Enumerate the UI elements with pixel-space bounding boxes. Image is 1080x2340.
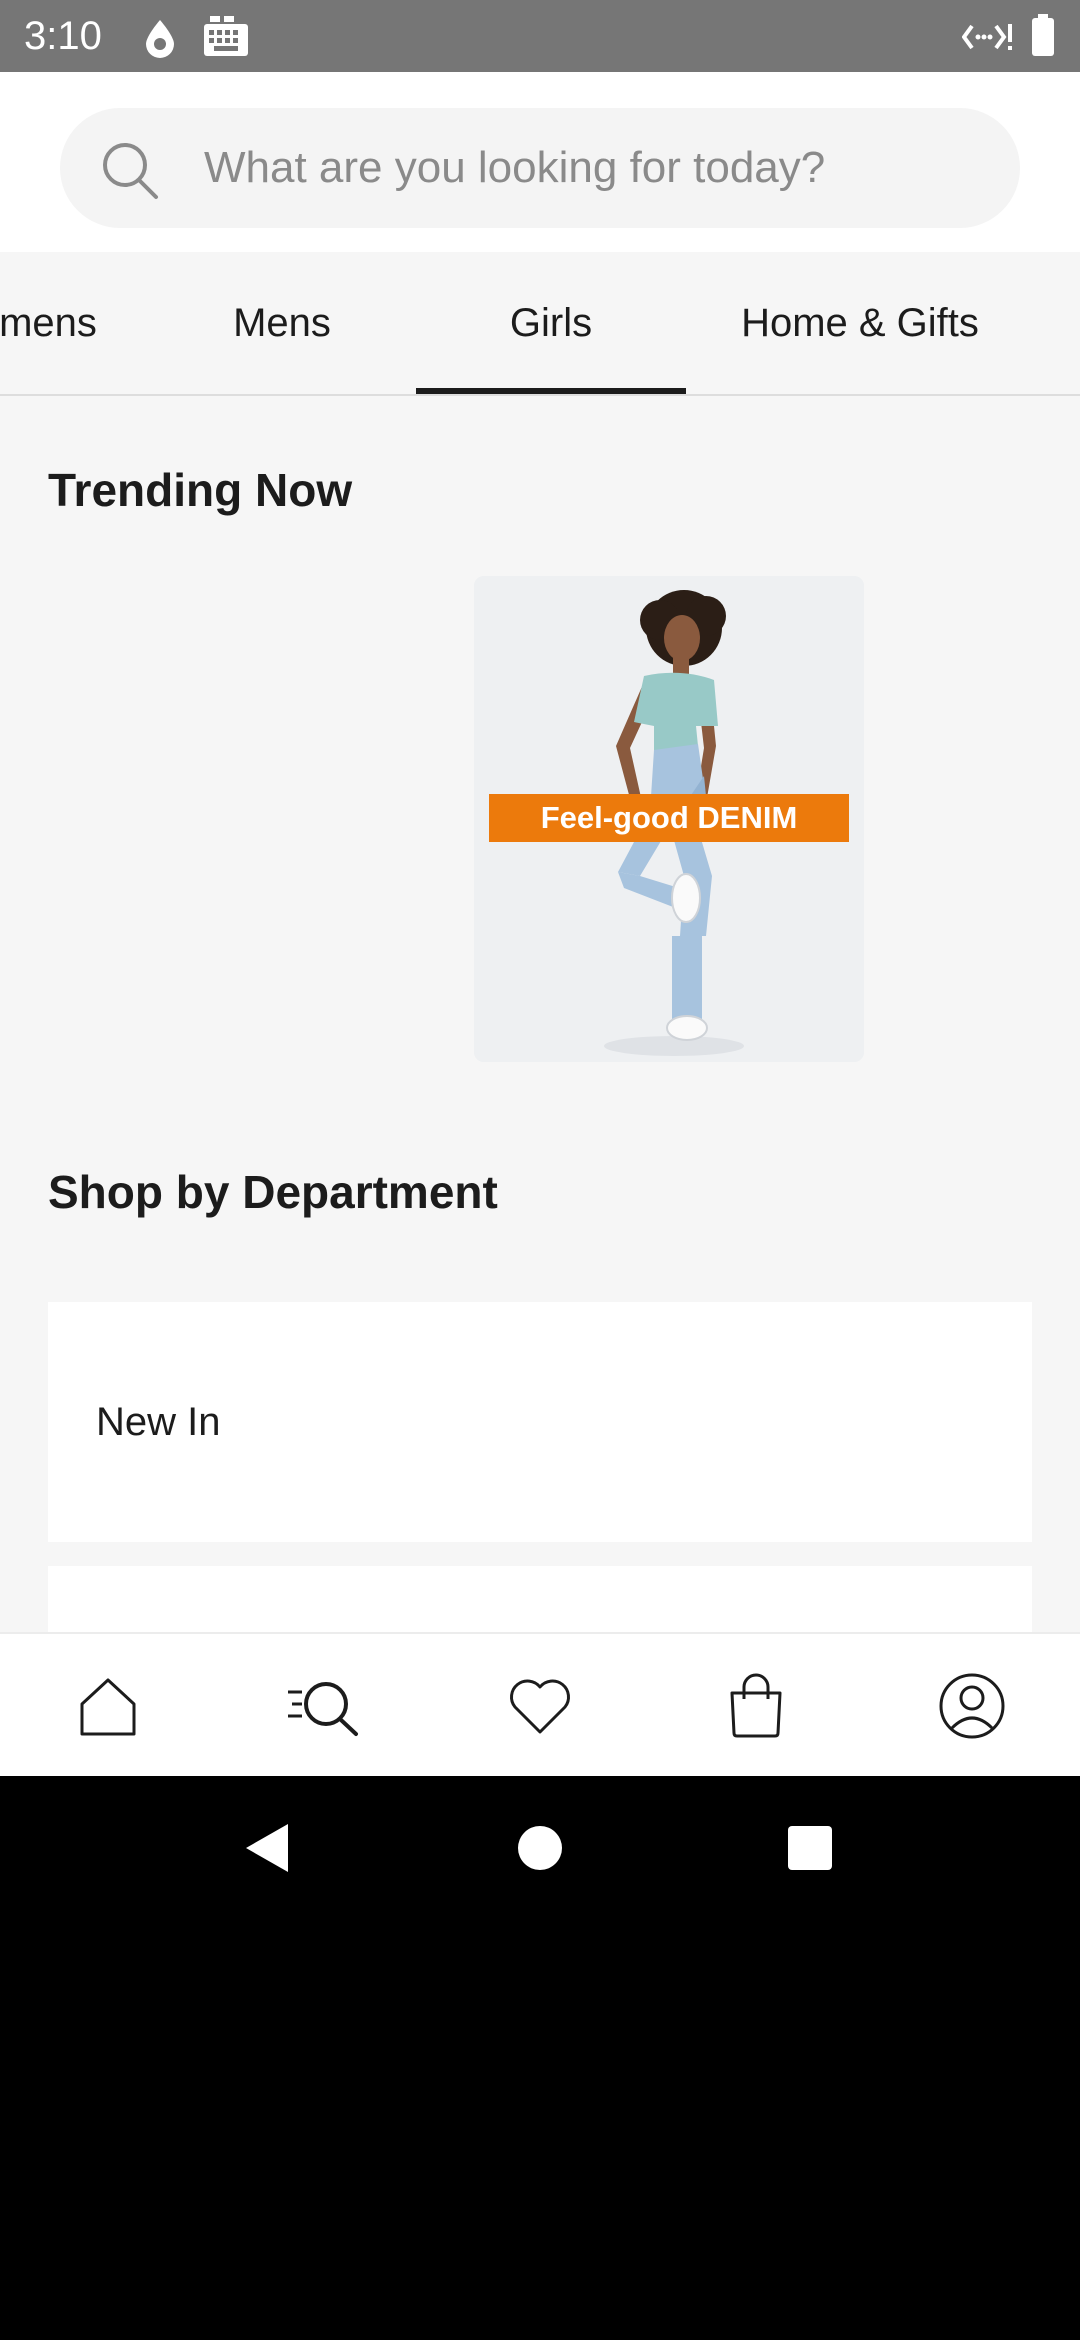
heart-icon [510,1679,570,1734]
home-circle-icon[interactable] [504,1812,576,1884]
category-tabs: mens Mens Girls Home & Gifts [0,252,1080,396]
tab-girls[interactable]: Girls [416,252,686,394]
department-item-label: New In [96,1400,221,1444]
tab-home-gifts[interactable]: Home & Gifts [700,252,1020,394]
recents-square-icon[interactable] [774,1812,846,1884]
tab-womens[interactable]: mens [0,252,108,394]
active-tab-indicator [416,388,686,394]
nav-home-button[interactable] [0,1634,216,1778]
system-navigation-bar [0,1776,1080,1920]
account-icon [939,1673,1005,1739]
keyboard-icon [202,14,250,63]
nav-wishlist-button[interactable] [432,1634,648,1778]
back-icon[interactable] [232,1812,304,1884]
shopping-bag-icon [730,1673,782,1738]
department-item-new-in[interactable]: New In [48,1302,1032,1542]
trending-promo-card[interactable]: Feel-good DENIM [474,576,864,1062]
nav-browse-button[interactable] [216,1634,432,1778]
department-title: Shop by Department [48,1166,498,1218]
bottom-navigation [0,1632,1080,1778]
nav-account-button[interactable] [864,1634,1080,1778]
search-placeholder: What are you looking for today? [204,143,826,192]
search-input[interactable]: What are you looking for today? [60,108,1020,228]
search-header: What are you looking for today? [0,72,1080,252]
network-icon [961,20,1014,59]
home-icon [80,1678,136,1736]
app-content: What are you looking for today? mens Men… [0,72,1080,1776]
water-drop-icon [142,18,178,63]
promo-label: Feel-good DENIM [489,794,849,842]
trending-title: Trending Now [48,464,353,516]
status-bar: 3:10 [0,0,1080,72]
browse-search-icon [288,1682,358,1736]
nav-bag-button[interactable] [648,1634,864,1778]
status-time: 3:10 [24,14,102,58]
battery-icon [1030,14,1056,63]
search-icon [100,140,160,200]
tab-mens[interactable]: Mens [162,252,402,394]
